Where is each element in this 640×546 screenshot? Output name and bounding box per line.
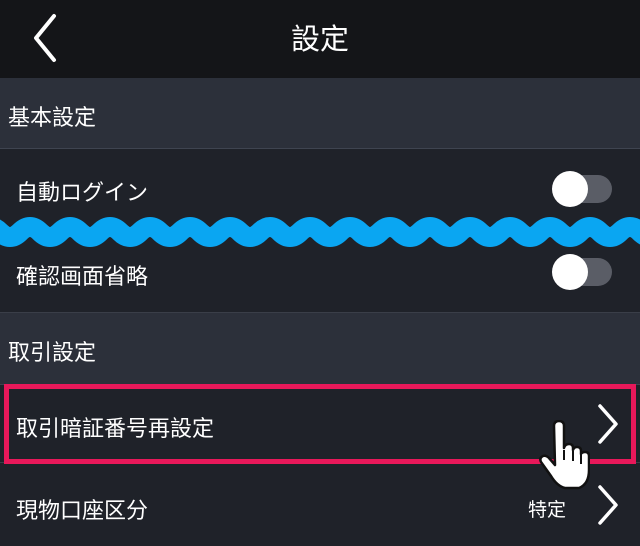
- page-title: 設定: [290, 22, 349, 56]
- pointing-hand-icon: [539, 420, 590, 490]
- account-type-value: 特定: [528, 499, 567, 521]
- row-label: 自動ログイン: [16, 181, 149, 206]
- section-label: 取引設定: [8, 341, 97, 366]
- row-label: 確認画面省略: [16, 265, 149, 290]
- chevron-right-icon: [598, 485, 618, 525]
- toggle-knob: [552, 171, 588, 207]
- section-header-basic: 基本設定: [0, 78, 640, 149]
- section-header-trading: 取引設定: [0, 313, 640, 385]
- auto-login-toggle[interactable]: [552, 171, 612, 207]
- header-bar: 設定: [0, 0, 640, 78]
- confirm-skip-toggle[interactable]: [552, 254, 612, 290]
- wave-divider: [0, 217, 640, 247]
- settings-screen: 設定 基本設定 自動ログイン 確認画面省略 取引設定 取引暗証番号再設定 現物口…: [0, 0, 640, 546]
- toggle-knob: [552, 254, 588, 290]
- row-label: 現物口座区分: [16, 499, 149, 524]
- section-label: 基本設定: [8, 106, 97, 131]
